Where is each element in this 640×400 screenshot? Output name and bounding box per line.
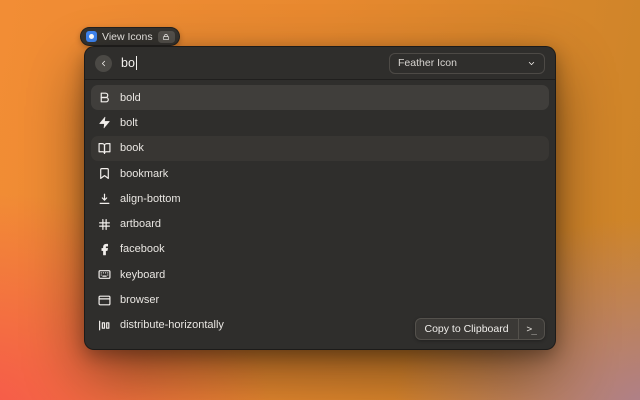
shortcut-key: >_ bbox=[519, 324, 544, 335]
copy-to-clipboard-button[interactable]: Copy to Clipboard >_ bbox=[415, 318, 546, 340]
bolt-icon bbox=[97, 116, 111, 129]
pill-label: View Icons bbox=[102, 31, 153, 43]
text-caret bbox=[136, 56, 137, 70]
chevron-down-icon bbox=[527, 59, 536, 68]
view-icons-window: bo Feather Icon bold bolt book bbox=[84, 46, 556, 350]
book-icon bbox=[97, 142, 111, 155]
list-item-browser[interactable]: browser bbox=[91, 287, 549, 312]
align-bottom-icon bbox=[97, 192, 111, 205]
browser-icon bbox=[97, 294, 111, 307]
bookmark-icon bbox=[97, 167, 111, 180]
view-icons-app-icon bbox=[86, 31, 97, 42]
back-button[interactable] bbox=[95, 55, 112, 72]
list-item-keyboard[interactable]: keyboard bbox=[91, 262, 549, 287]
icon-set-dropdown[interactable]: Feather Icon bbox=[389, 53, 545, 74]
keyboard-icon bbox=[97, 268, 111, 281]
list-item-book[interactable]: book bbox=[91, 136, 549, 161]
facebook-icon bbox=[97, 243, 111, 256]
list-item-bold[interactable]: bold bbox=[91, 85, 549, 110]
icon-set-dropdown-value: Feather Icon bbox=[398, 57, 521, 69]
list-item-facebook[interactable]: facebook bbox=[91, 237, 549, 262]
view-icons-pill[interactable]: View Icons bbox=[80, 27, 180, 46]
chevron-left-icon bbox=[99, 59, 108, 68]
bold-icon bbox=[97, 91, 111, 104]
distribute-horizontally-icon bbox=[97, 319, 111, 332]
list-item-artboard[interactable]: artboard bbox=[91, 211, 549, 236]
icon-results-list: bold bolt book bookmark align-bottom bbox=[85, 80, 555, 349]
lock-icon bbox=[158, 31, 175, 43]
search-input[interactable]: bo bbox=[121, 56, 137, 70]
search-bar: bo Feather Icon bbox=[85, 47, 555, 80]
list-item-bookmark[interactable]: bookmark bbox=[91, 161, 549, 186]
list-item-bolt[interactable]: bolt bbox=[91, 110, 549, 135]
list-item-align-bottom[interactable]: align-bottom bbox=[91, 186, 549, 211]
artboard-icon bbox=[97, 218, 111, 231]
